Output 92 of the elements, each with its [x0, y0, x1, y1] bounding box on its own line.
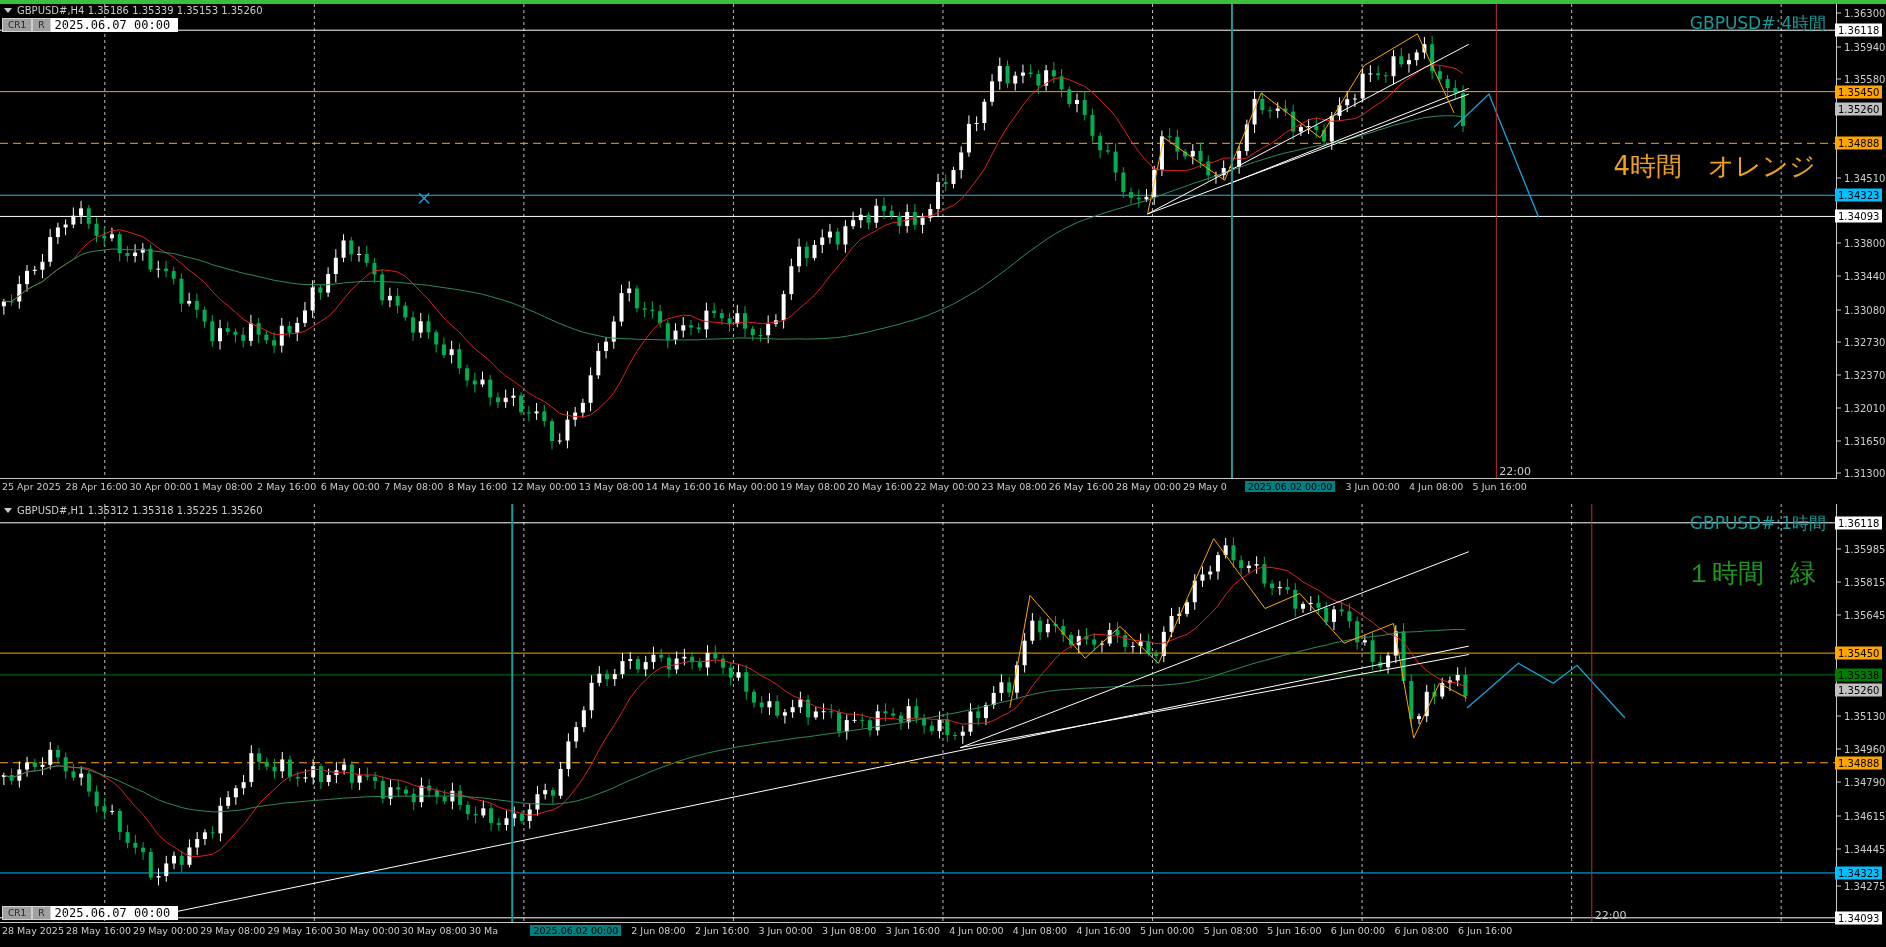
- chart-note: １時間 緑: [1686, 557, 1816, 590]
- time-label: 3 Jun 16:00: [884, 925, 941, 936]
- time-label: 30 Ma: [467, 925, 500, 936]
- time-label: 13 May 08:00: [577, 481, 644, 492]
- price-label: 1.35985: [1844, 543, 1886, 555]
- price-label: 1.34275: [1844, 880, 1886, 892]
- time-label: 2 Jun 16:00: [693, 925, 751, 936]
- price-badge: 1.34323: [1835, 866, 1883, 880]
- time-label: 28 May 00:00: [1114, 481, 1182, 492]
- price-badge: 1.35450: [1835, 646, 1883, 660]
- price-badge: 1.35260: [1835, 102, 1883, 116]
- price-label: 1.34960: [1844, 743, 1886, 755]
- symbol-info: GBPUSD#,H4 1.35186 1.35339 1.35153 1.35260: [17, 5, 263, 16]
- time-label: 6 Jun 08:00: [1393, 925, 1450, 936]
- price-label: 1.31300: [1844, 467, 1886, 479]
- price-badge: 1.34888: [1835, 136, 1883, 150]
- time-label: 3 Jun 08:00: [821, 925, 878, 936]
- time-label: 16 May 00:00: [711, 481, 779, 492]
- price-label: 1.34510: [1844, 172, 1886, 184]
- price-label: 1.36300: [1844, 7, 1886, 19]
- time-label: 29 May 16:00: [266, 925, 333, 936]
- time-label: 2 Jun 08:00: [630, 925, 687, 936]
- time-label: 5 Jun 16:00: [1266, 925, 1323, 936]
- price-label: 1.34615: [1844, 810, 1886, 822]
- symbol-info: GBPUSD#,H1 1.35312 1.35318 1.35225 1.35260: [17, 505, 263, 516]
- time-label: 5 Jun 16:00: [1471, 481, 1528, 492]
- price-label: 1.35940: [1844, 41, 1886, 53]
- time-label: 4 Jun 00:00: [948, 925, 1005, 936]
- time-label: 5 Jun 08:00: [1202, 925, 1259, 936]
- time-label: 6 Jun 16:00: [1457, 925, 1514, 936]
- time-label: 26 May 16:00: [1047, 481, 1114, 492]
- time-label: 28 May 16:00: [64, 925, 132, 936]
- time-label: 25 Apr 2025: [1, 481, 62, 492]
- chart-note: 4時間 オレンジ: [1613, 150, 1816, 183]
- time-label: 8 May 16:00: [446, 481, 508, 492]
- time-label: 23 May 08:00: [980, 481, 1047, 492]
- price-label: 1.32730: [1844, 336, 1886, 348]
- time-marker-label: 22:00: [1499, 465, 1532, 478]
- time-label: 4 Jun 08:00: [1408, 481, 1465, 492]
- time-label: 29 May 08:00: [199, 925, 266, 936]
- time-label: 4 Jun 08:00: [1011, 925, 1069, 936]
- chart-title: GBPUSD#:4時間: [1689, 12, 1826, 35]
- price-label: 1.35580: [1844, 73, 1886, 85]
- price-badge: 1.35450: [1835, 85, 1883, 99]
- time-label: 30 May 00:00: [333, 925, 400, 936]
- price-label: 1.31650: [1844, 435, 1886, 447]
- price-badge: 1.34323: [1835, 188, 1883, 202]
- price-badge: 1.36118: [1835, 23, 1883, 37]
- time-label: 3 Jun 00:00: [757, 925, 814, 936]
- time-label: 14 May 16:00: [644, 481, 711, 492]
- toolbar-button[interactable]: R: [32, 906, 51, 920]
- price-badge: 1.34093: [1835, 911, 1883, 925]
- toolbar-button[interactable]: CR1: [2, 18, 33, 32]
- time-label: 6 Jun 00:00: [1329, 925, 1387, 936]
- time-label: 28 Apr 16:00: [64, 481, 128, 492]
- price-label: 1.34445: [1844, 843, 1886, 855]
- time-label: 22 May 00:00: [913, 481, 980, 492]
- toolbar-button[interactable]: R: [32, 18, 51, 32]
- time-label: 12 May 00:00: [510, 481, 577, 492]
- price-label: 1.32010: [1844, 402, 1886, 414]
- price-label: 1.32370: [1844, 369, 1886, 381]
- price-label: 1.35645: [1844, 609, 1886, 621]
- price-badge: 1.35260: [1835, 683, 1883, 697]
- time-label: 28 May 2025: [1, 925, 64, 936]
- price-badge: 1.36118: [1835, 516, 1883, 530]
- time-label: 20 May 16:00: [846, 481, 913, 492]
- time-label: 19 May 08:00: [779, 481, 846, 492]
- time-label: 7 May 08:00: [383, 481, 445, 492]
- time-label: 5 Jun 00:00: [1139, 925, 1196, 936]
- time-label: 3 Jun 00:00: [1344, 481, 1401, 492]
- time-label: 2025.06.02 00:00: [530, 925, 622, 936]
- toolbar-button[interactable]: CR1: [2, 906, 33, 920]
- date-field[interactable]: 2025.06.07 00:00: [50, 18, 179, 32]
- price-badge: 1.34093: [1835, 209, 1883, 223]
- price-badge: 1.34888: [1835, 756, 1883, 770]
- time-label: 2 May 16:00: [256, 481, 318, 492]
- date-field[interactable]: 2025.06.07 00:00: [50, 906, 179, 920]
- time-label: 4 Jun 16:00: [1075, 925, 1132, 936]
- time-label: 2025.06.02 00:00: [1244, 481, 1336, 492]
- price-label: 1.35130: [1844, 710, 1886, 722]
- price-label: 1.33080: [1844, 304, 1886, 316]
- price-label: 1.33440: [1844, 270, 1886, 282]
- time-label: 30 May 08:00: [400, 925, 467, 936]
- price-label: 1.33800: [1844, 237, 1886, 249]
- time-label: 1 May 08:00: [192, 481, 254, 492]
- time-label: 29 May 0: [1182, 481, 1228, 492]
- time-label: 29 May 00:00: [132, 925, 199, 936]
- price-label: 1.34790: [1844, 776, 1886, 788]
- time-label: 6 May 00:00: [319, 481, 381, 492]
- price-badge: 1.35338: [1835, 668, 1883, 682]
- price-label: 1.35815: [1844, 576, 1886, 588]
- time-label: 30 Apr 00:00: [128, 481, 192, 492]
